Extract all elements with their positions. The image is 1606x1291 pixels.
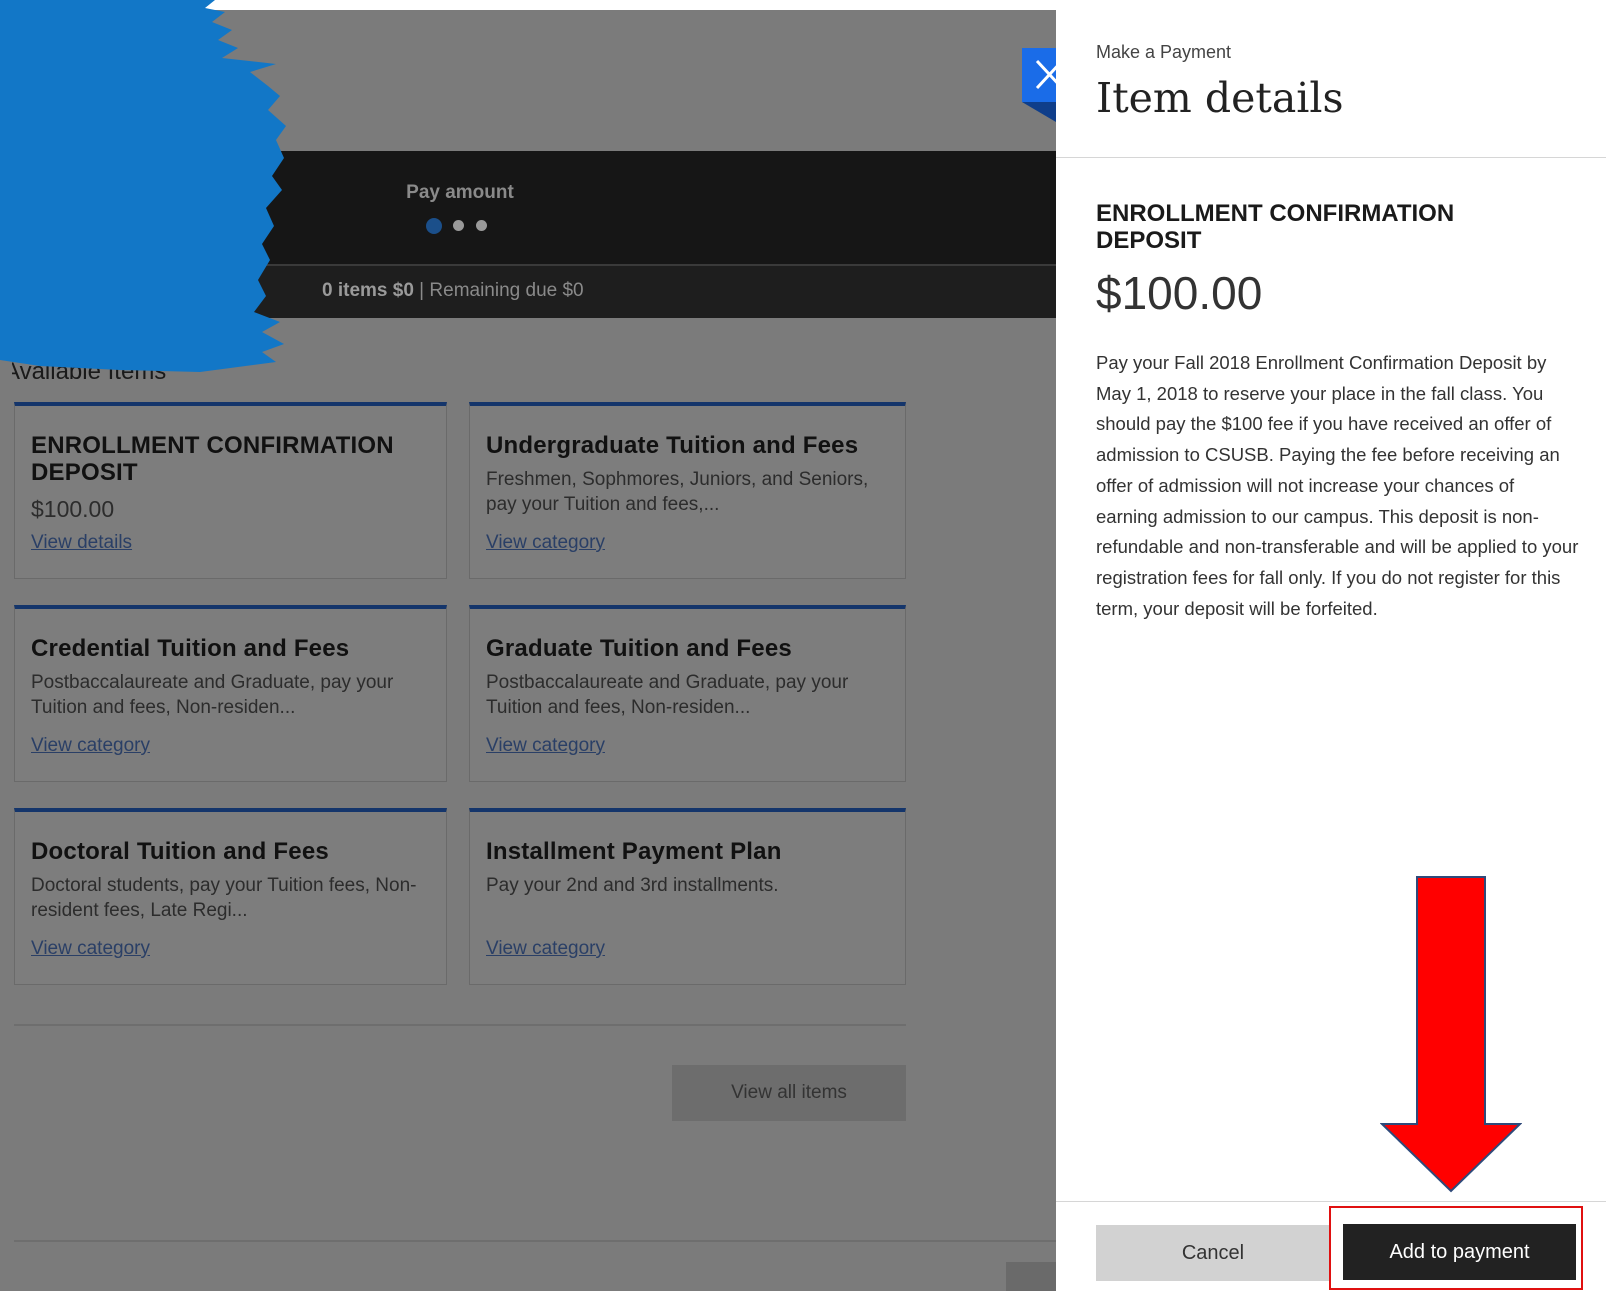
card-description: Doctoral students, pay your Tuition fees… bbox=[31, 875, 417, 921]
item-description: Pay your Fall 2018 Enrollment Confirmati… bbox=[1096, 352, 1579, 619]
card-title: Doctoral Tuition and Fees bbox=[31, 838, 329, 865]
panel-header-divider bbox=[1056, 157, 1606, 158]
item-amount: $100.00 bbox=[1096, 267, 1263, 319]
step-dot-active bbox=[426, 218, 442, 234]
redaction-overlay bbox=[0, 0, 286, 372]
cart-item-count: 0 items $0 bbox=[322, 280, 414, 301]
remaining-due: Remaining due $0 bbox=[429, 280, 584, 301]
card-description: Pay your 2nd and 3rd installments. bbox=[486, 875, 779, 896]
view-category-link[interactable]: View category bbox=[486, 735, 605, 757]
close-tab-fold bbox=[1022, 102, 1056, 122]
arrow-down-icon bbox=[1380, 876, 1522, 1193]
item-card-graduate: Graduate Tuition and Fees Postbaccalaure… bbox=[469, 605, 906, 782]
card-price: $100.00 bbox=[31, 496, 115, 522]
payment-page-overlay: Pay amount 0 items $0 | Remaining due $0… bbox=[0, 0, 1056, 1291]
view-category-link[interactable]: View category bbox=[486, 532, 605, 554]
panel-title: Item details bbox=[1096, 74, 1344, 122]
panel-kicker: Make a Payment bbox=[1096, 42, 1232, 62]
item-card-enrollment-deposit: ENROLLMENT CONFIRMATION DEPOSIT $100.00 … bbox=[14, 402, 447, 579]
cart-summary-text: 0 items $0 | Remaining due $0 bbox=[322, 280, 584, 302]
card-description: Freshmen, Sophmores, Juniors, and Senior… bbox=[486, 469, 869, 515]
card-description: Postbaccalaureate and Graduate, pay your… bbox=[486, 672, 849, 718]
view-all-items-button[interactable]: View all items bbox=[672, 1065, 906, 1121]
card-title: Credential Tuition and Fees bbox=[31, 635, 350, 662]
page-bottom-button-stub bbox=[1006, 1262, 1056, 1291]
view-category-link[interactable]: View category bbox=[486, 938, 605, 960]
summary-separator: | bbox=[413, 280, 430, 301]
item-card-doctoral: Doctoral Tuition and Fees Doctoral stude… bbox=[14, 808, 447, 985]
step-label: Pay amount bbox=[406, 182, 514, 203]
cancel-button[interactable]: Cancel bbox=[1096, 1225, 1330, 1281]
page-bottom-divider bbox=[14, 1240, 1056, 1242]
card-title: ENROLLMENT CONFIRMATION DEPOSIT bbox=[31, 432, 394, 486]
item-name: ENROLLMENT CONFIRMATION DEPOSIT bbox=[1096, 200, 1455, 254]
step-dot bbox=[453, 220, 464, 231]
view-category-link[interactable]: View category bbox=[31, 938, 150, 960]
step-dot bbox=[476, 220, 487, 231]
item-card-installment-plan: Installment Payment Plan Pay your 2nd an… bbox=[469, 808, 906, 985]
card-description: Postbaccalaureate and Graduate, pay your… bbox=[31, 672, 394, 718]
item-details-panel: Make a Payment Item details ENROLLMENT C… bbox=[1056, 0, 1606, 1291]
section-divider bbox=[14, 1024, 906, 1026]
annotation-highlight-box bbox=[1329, 1206, 1583, 1290]
view-category-link[interactable]: View category bbox=[31, 735, 150, 757]
card-title: Graduate Tuition and Fees bbox=[486, 635, 792, 662]
card-title: Undergraduate Tuition and Fees bbox=[486, 432, 859, 459]
panel-footer-divider bbox=[1056, 1201, 1606, 1202]
view-details-link[interactable]: View details bbox=[31, 532, 132, 554]
item-card-undergraduate: Undergraduate Tuition and Fees Freshmen,… bbox=[469, 402, 906, 579]
card-title: Installment Payment Plan bbox=[486, 838, 782, 865]
item-card-credential: Credential Tuition and Fees Postbaccalau… bbox=[14, 605, 447, 782]
